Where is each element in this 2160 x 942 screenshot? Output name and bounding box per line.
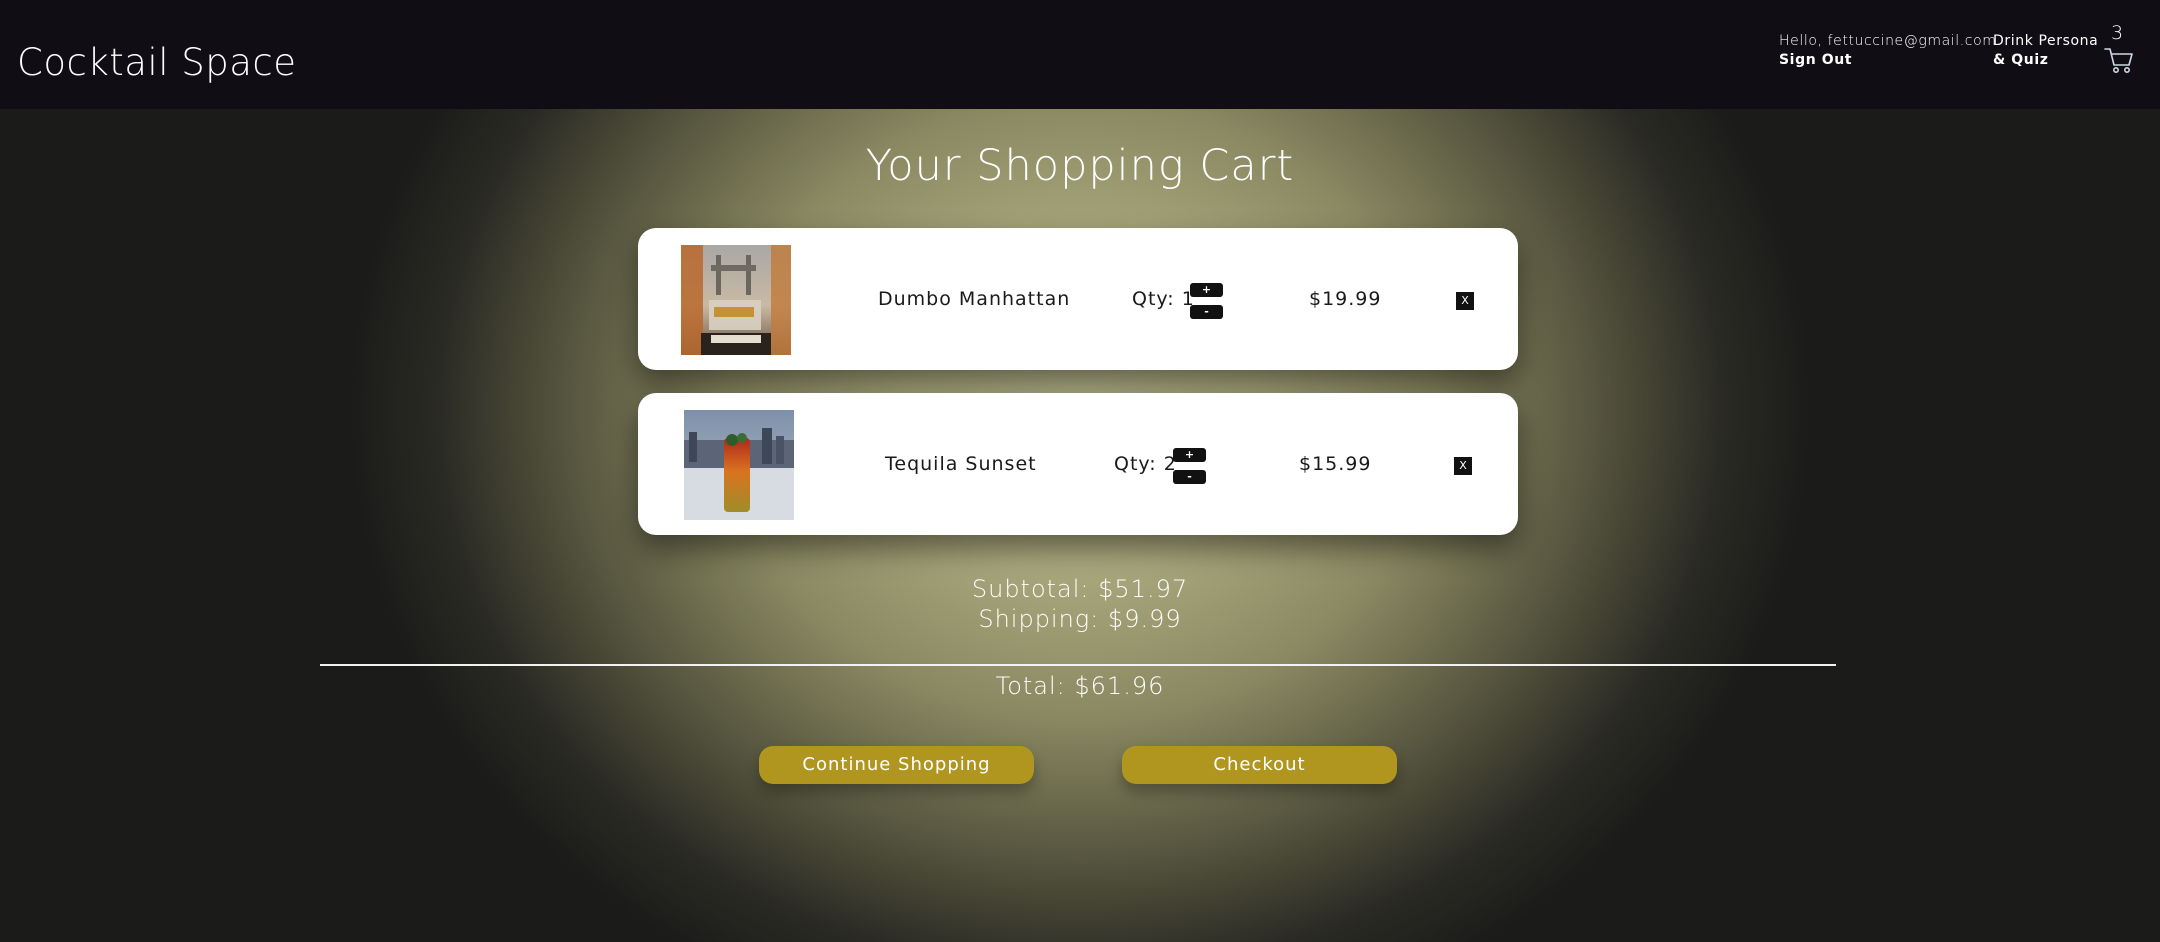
top-navigation-bar: Cocktail Space Hello, fettuccine@gmail.c…	[0, 0, 2160, 109]
persona-label-line2: & Quiz	[1993, 52, 2049, 68]
product-image[interactable]	[684, 410, 794, 520]
item-price: $19.99	[1309, 288, 1382, 310]
remove-item-button[interactable]: X	[1456, 292, 1474, 310]
cart-item-card: Dumbo Manhattan Qty: 1 + - $19.99 X	[638, 228, 1518, 370]
user-greeting: Hello, fettuccine@gmail.com	[1779, 33, 1997, 49]
item-price: $15.99	[1299, 453, 1372, 475]
dumbo-manhattan-photo	[681, 245, 791, 355]
shipping-text: Shipping: $9.99	[978, 605, 1182, 633]
user-account-block: Hello, fettuccine@gmail.com Sign Out	[1779, 32, 1997, 70]
quantity-decrease-button[interactable]: -	[1190, 305, 1223, 319]
page-title: Your Shopping Cart	[865, 141, 1295, 191]
remove-item-button[interactable]: X	[1454, 457, 1472, 475]
quantity-decrease-button[interactable]: -	[1173, 470, 1206, 484]
drink-persona-quiz-link[interactable]: Drink Persona & Quiz	[1993, 32, 2098, 70]
quantity-increase-button[interactable]: +	[1190, 283, 1223, 297]
item-quantity: Qty: 2	[1114, 453, 1177, 475]
totals-divider	[320, 664, 1836, 666]
checkout-button[interactable]: Checkout	[1122, 746, 1397, 784]
brand-logo[interactable]: Cocktail Space	[17, 41, 297, 84]
item-name[interactable]: Dumbo Manhattan	[878, 228, 1070, 370]
item-quantity: Qty: 1	[1132, 288, 1195, 310]
product-image[interactable]	[681, 245, 791, 355]
item-name[interactable]: Tequila Sunset	[885, 393, 1037, 535]
tequila-sunset-photo	[684, 410, 794, 520]
persona-label-line1: Drink Persona	[1993, 33, 2099, 49]
cart-item-card: Tequila Sunset Qty: 2 + - $15.99 X	[638, 393, 1518, 535]
shopping-cart-icon[interactable]	[2104, 46, 2134, 74]
total-text: Total: $61.96	[995, 672, 1165, 700]
continue-shopping-button[interactable]: Continue Shopping	[759, 746, 1034, 784]
subtotal-text: Subtotal: $51.97	[971, 575, 1189, 603]
sign-out-link[interactable]: Sign Out	[1779, 51, 1997, 70]
quantity-increase-button[interactable]: +	[1173, 448, 1206, 462]
cart-count-badge: 3	[2111, 22, 2124, 44]
